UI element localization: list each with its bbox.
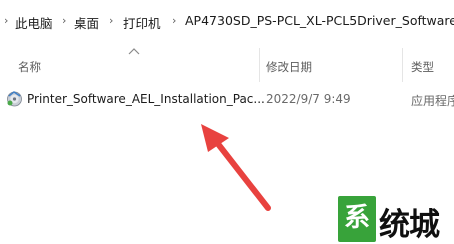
column-modified-date[interactable]: 修改日期: [266, 59, 312, 75]
column-header: 名称 修改日期 类型: [0, 42, 454, 84]
column-name[interactable]: 名称: [18, 59, 41, 75]
file-type: 应用程序: [411, 94, 454, 108]
column-divider[interactable]: [259, 48, 260, 82]
watermark-logo: 系 统城: [338, 191, 454, 244]
file-modified-date: 2022/9/7 9:49: [266, 92, 351, 106]
installer-disc-icon: [7, 91, 22, 107]
file-row[interactable]: Printer_Software_AEL_Installation_Pac...…: [0, 88, 454, 110]
sort-ascending-icon: [128, 48, 140, 55]
breadcrumb-item-desktop[interactable]: 桌面: [74, 13, 99, 32]
chevron-right-icon[interactable]: ›: [172, 14, 176, 27]
logo-mark: 系: [338, 196, 376, 242]
logo-text: 统城: [379, 207, 440, 243]
file-name[interactable]: Printer_Software_AEL_Installation_Pac...: [27, 92, 265, 106]
chevron-right-icon[interactable]: ›: [62, 14, 66, 27]
breadcrumb-item-this-pc[interactable]: 此电脑: [15, 13, 53, 32]
breadcrumb-item-driver-folder[interactable]: AP4730SD_PS-PCL_XL-PCL5Driver_Softwares: [185, 13, 454, 28]
breadcrumb-item-printer[interactable]: 打印机: [123, 13, 161, 32]
chevron-right-icon[interactable]: ›: [109, 14, 113, 27]
column-type[interactable]: 类型: [411, 59, 434, 75]
file-explorer-window: › 此电脑 › 桌面 › 打印机 › AP4730SD_PS-PCL_XL-PC…: [0, 0, 454, 244]
chevron-right-icon: ›: [4, 14, 9, 27]
address-bar[interactable]: › 此电脑 › 桌面 › 打印机 › AP4730SD_PS-PCL_XL-PC…: [0, 0, 454, 43]
column-divider[interactable]: [402, 48, 403, 82]
